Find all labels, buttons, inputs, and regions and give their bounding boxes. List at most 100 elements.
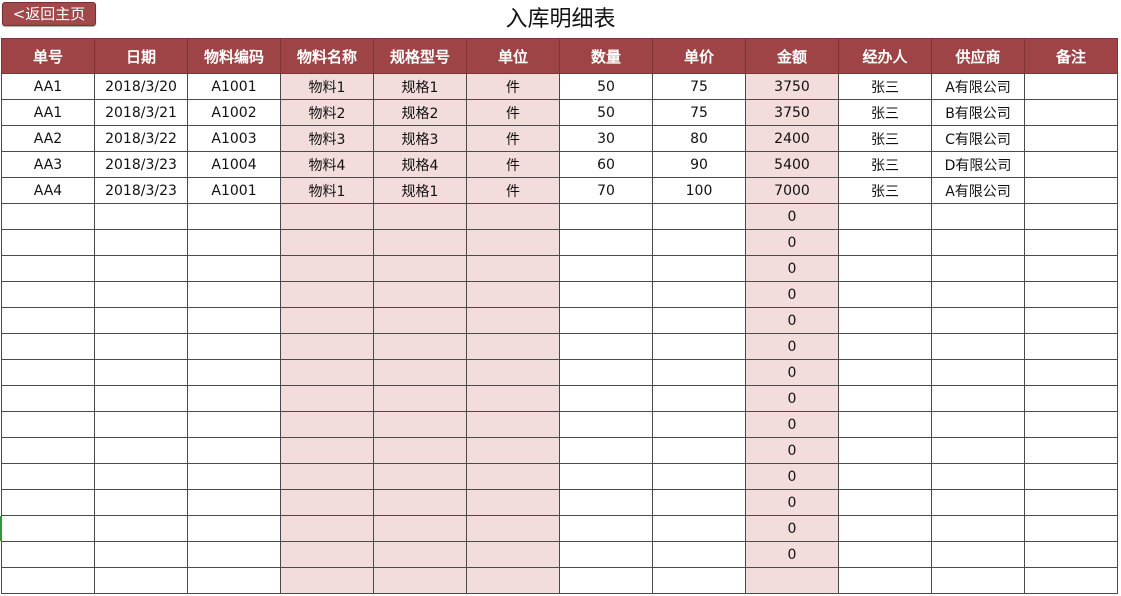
- table-cell[interactable]: [559, 281, 653, 308]
- table-cell[interactable]: [559, 515, 653, 542]
- table-cell[interactable]: 3750: [745, 73, 839, 100]
- table-cell[interactable]: [931, 567, 1025, 594]
- table-cell[interactable]: [373, 255, 467, 282]
- column-header[interactable]: 供应商: [931, 38, 1025, 74]
- table-cell[interactable]: [94, 411, 188, 438]
- table-cell[interactable]: [466, 333, 560, 360]
- table-cell[interactable]: [466, 567, 560, 594]
- table-cell[interactable]: [466, 385, 560, 412]
- table-cell[interactable]: 75: [652, 99, 746, 126]
- table-cell[interactable]: AA1: [1, 73, 95, 100]
- table-cell[interactable]: 0: [745, 307, 839, 334]
- table-cell[interactable]: [94, 255, 188, 282]
- table-cell[interactable]: 7000: [745, 177, 839, 204]
- table-cell[interactable]: D有限公司: [931, 151, 1025, 178]
- table-cell[interactable]: 0: [745, 359, 839, 386]
- table-cell[interactable]: [652, 463, 746, 490]
- table-cell[interactable]: A1004: [187, 151, 281, 178]
- table-cell[interactable]: 0: [745, 333, 839, 360]
- table-cell[interactable]: [931, 385, 1025, 412]
- table-cell[interactable]: [838, 281, 932, 308]
- column-header[interactable]: 备注: [1024, 38, 1118, 74]
- table-cell[interactable]: [94, 307, 188, 334]
- table-cell[interactable]: [838, 411, 932, 438]
- table-cell[interactable]: [280, 567, 374, 594]
- table-cell[interactable]: A1001: [187, 177, 281, 204]
- table-cell[interactable]: A1003: [187, 125, 281, 152]
- table-cell[interactable]: [94, 229, 188, 256]
- column-header[interactable]: 规格型号: [373, 38, 467, 74]
- table-cell[interactable]: [931, 229, 1025, 256]
- table-cell[interactable]: [1, 515, 95, 542]
- table-cell[interactable]: [1024, 307, 1118, 334]
- table-cell[interactable]: [1, 229, 95, 256]
- table-cell[interactable]: 张三: [838, 99, 932, 126]
- table-cell[interactable]: [838, 567, 932, 594]
- table-cell[interactable]: [1024, 333, 1118, 360]
- table-cell[interactable]: [94, 541, 188, 568]
- table-cell[interactable]: [466, 359, 560, 386]
- table-cell[interactable]: 0: [745, 255, 839, 282]
- table-cell[interactable]: [931, 359, 1025, 386]
- table-cell[interactable]: [931, 203, 1025, 230]
- table-cell[interactable]: [931, 281, 1025, 308]
- table-cell[interactable]: [466, 203, 560, 230]
- table-cell[interactable]: 件: [466, 177, 560, 204]
- table-cell[interactable]: [838, 203, 932, 230]
- table-cell[interactable]: [931, 463, 1025, 490]
- table-cell[interactable]: 规格4: [373, 151, 467, 178]
- column-header[interactable]: 物料编码: [187, 38, 281, 74]
- column-header[interactable]: 单号: [1, 38, 95, 74]
- table-cell[interactable]: [652, 515, 746, 542]
- table-cell[interactable]: [559, 489, 653, 516]
- table-cell[interactable]: 70: [559, 177, 653, 204]
- table-cell[interactable]: [1024, 255, 1118, 282]
- table-cell[interactable]: [838, 489, 932, 516]
- table-cell[interactable]: [280, 541, 374, 568]
- table-cell[interactable]: 3750: [745, 99, 839, 126]
- table-cell[interactable]: [1, 203, 95, 230]
- table-cell[interactable]: [1024, 567, 1118, 594]
- column-header[interactable]: 金额: [745, 38, 839, 74]
- table-cell[interactable]: [559, 437, 653, 464]
- table-cell[interactable]: 物料1: [280, 177, 374, 204]
- table-cell[interactable]: [466, 437, 560, 464]
- table-cell[interactable]: 60: [559, 151, 653, 178]
- table-cell[interactable]: [373, 411, 467, 438]
- table-cell[interactable]: 50: [559, 73, 653, 100]
- table-cell[interactable]: [838, 385, 932, 412]
- table-cell[interactable]: [1024, 73, 1118, 100]
- table-cell[interactable]: [559, 463, 653, 490]
- table-cell[interactable]: [94, 567, 188, 594]
- table-cell[interactable]: 0: [745, 203, 839, 230]
- table-cell[interactable]: [652, 385, 746, 412]
- table-cell[interactable]: [1024, 463, 1118, 490]
- table-cell[interactable]: [1024, 151, 1118, 178]
- table-cell[interactable]: 件: [466, 73, 560, 100]
- table-cell[interactable]: 物料4: [280, 151, 374, 178]
- table-cell[interactable]: [931, 333, 1025, 360]
- table-cell[interactable]: A有限公司: [931, 177, 1025, 204]
- table-cell[interactable]: A1001: [187, 73, 281, 100]
- table-cell[interactable]: [466, 255, 560, 282]
- table-cell[interactable]: [931, 515, 1025, 542]
- table-cell[interactable]: [280, 307, 374, 334]
- table-cell[interactable]: [1024, 203, 1118, 230]
- table-cell[interactable]: [745, 567, 839, 594]
- table-cell[interactable]: [280, 515, 374, 542]
- column-header[interactable]: 数量: [559, 38, 653, 74]
- table-cell[interactable]: [652, 307, 746, 334]
- table-cell[interactable]: [1, 359, 95, 386]
- table-cell[interactable]: [838, 307, 932, 334]
- table-cell[interactable]: [931, 489, 1025, 516]
- table-cell[interactable]: [838, 515, 932, 542]
- table-cell[interactable]: [94, 489, 188, 516]
- table-cell[interactable]: [280, 463, 374, 490]
- table-cell[interactable]: [187, 385, 281, 412]
- table-cell[interactable]: [1, 489, 95, 516]
- table-cell[interactable]: [652, 541, 746, 568]
- table-cell[interactable]: 5400: [745, 151, 839, 178]
- table-cell[interactable]: [94, 463, 188, 490]
- table-cell[interactable]: [187, 411, 281, 438]
- table-cell[interactable]: [559, 385, 653, 412]
